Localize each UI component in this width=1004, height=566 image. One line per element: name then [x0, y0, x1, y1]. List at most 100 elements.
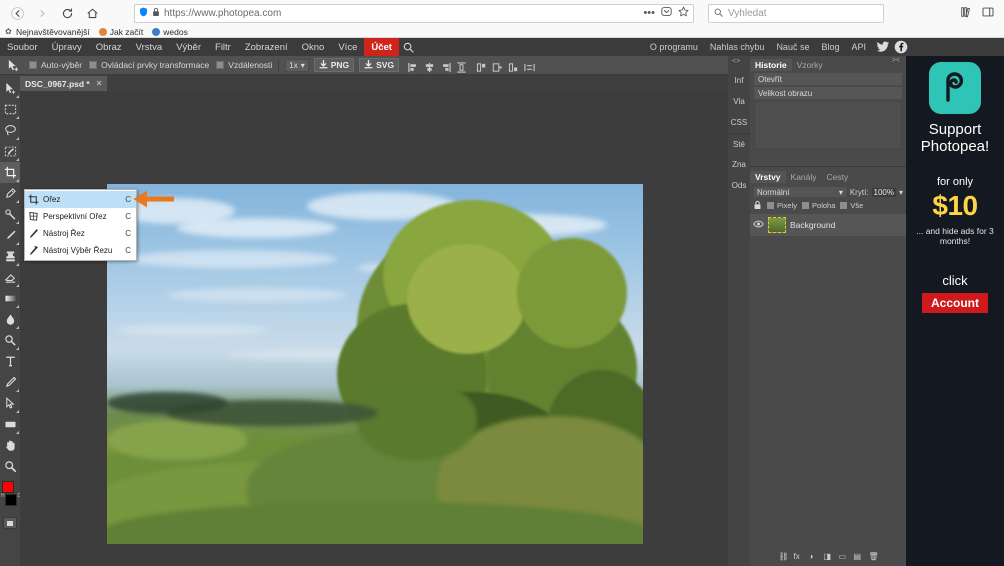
tab-historie[interactable]: Historie	[750, 59, 792, 71]
lock-option-vse[interactable]: Vše	[840, 201, 863, 210]
color-swatches[interactable]: H D	[0, 481, 20, 511]
new-layer-icon[interactable]: ▤	[854, 552, 863, 561]
folder-icon[interactable]: ▭	[839, 552, 848, 561]
context-menu-item-orez[interactable]: Ořez C	[25, 191, 136, 208]
clone-stamp-tool[interactable]	[0, 246, 20, 267]
ad-account-button[interactable]: Account	[922, 293, 988, 313]
text-tool[interactable]	[0, 351, 20, 372]
ad-panel[interactable]: Support Photopea! for only $10 ... and h…	[906, 56, 1004, 566]
export-svg-button[interactable]: SVG	[359, 58, 399, 72]
pen-tool[interactable]	[0, 372, 20, 393]
crop-tool[interactable]	[0, 162, 20, 183]
lock-option-pixely[interactable]: Pixely	[767, 201, 797, 210]
lock-option-poloha[interactable]: Poloha	[802, 201, 835, 210]
vtab-inf[interactable]: Inf	[728, 70, 750, 91]
menu-vyber[interactable]: Výběr	[169, 38, 208, 56]
ellipsis-icon[interactable]: •••	[643, 7, 655, 19]
opacity-value[interactable]: 100%	[872, 188, 896, 197]
mask-icon[interactable]: ◑	[809, 552, 818, 561]
vtab-css[interactable]: CSS	[728, 112, 750, 133]
vtab-ste[interactable]: Sté	[728, 133, 750, 154]
blend-mode-select[interactable]: Normální ▾	[753, 186, 847, 198]
tab-vzorky[interactable]: Vzorky	[792, 59, 828, 71]
zoom-select[interactable]: 1x ▾	[285, 59, 308, 72]
browser-search-bar[interactable]: Vyhledat	[708, 4, 884, 23]
fx-icon[interactable]: fx	[794, 552, 803, 561]
delete-icon[interactable]: 🗑	[869, 552, 878, 561]
eye-icon[interactable]	[753, 220, 764, 230]
history-item[interactable]: Otevřít	[754, 73, 902, 85]
menu-ucet[interactable]: Účet	[364, 38, 399, 56]
layer-row[interactable]: Background	[750, 214, 906, 236]
history-item[interactable]: Velikost obrazu	[754, 87, 902, 99]
link-nauc-se[interactable]: Nauč se	[770, 42, 815, 52]
menu-zobrazeni[interactable]: Zobrazení	[238, 38, 295, 56]
link-icon[interactable]: ⛓	[779, 552, 788, 561]
distribute-h-icon[interactable]	[524, 60, 535, 71]
url-bar[interactable]: https://www.photopea.com •••	[134, 4, 694, 23]
link-nahlas-chybu[interactable]: Nahlas chybu	[704, 42, 771, 52]
tab-kanaly[interactable]: Kanály	[786, 171, 822, 183]
home-icon[interactable]	[81, 3, 103, 23]
blur-tool[interactable]	[0, 309, 20, 330]
checkbox-ovladaci-prvky[interactable]: Ovládací prvky transformace	[89, 60, 209, 70]
context-menu-item-perspektivni-orez[interactable]: Perspektivní Ořez C	[25, 208, 136, 225]
align-center-h-icon[interactable]	[424, 60, 435, 71]
link-o-programu[interactable]: O programu	[644, 42, 704, 52]
bookmark-item[interactable]: Jak začít	[99, 27, 144, 37]
tab-cesty[interactable]: Cesty	[822, 171, 854, 183]
eyedropper-tool[interactable]	[0, 183, 20, 204]
marquee-tool[interactable]	[0, 99, 20, 120]
context-menu-item-nastroj-vyber-rezu[interactable]: Nástroj Výběr Řezu C	[25, 242, 136, 259]
bookmark-star-icon[interactable]	[678, 6, 689, 20]
menu-filtr[interactable]: Filtr	[208, 38, 238, 56]
document-image[interactable]	[107, 184, 643, 544]
export-png-button[interactable]: PNG	[314, 58, 354, 72]
link-api[interactable]: API	[845, 42, 872, 52]
brush-tool[interactable]	[0, 225, 20, 246]
context-menu-item-nastroj-rez[interactable]: Nástroj Řez C	[25, 225, 136, 242]
pocket-icon[interactable]	[661, 6, 672, 20]
magic-wand-tool[interactable]	[0, 141, 20, 162]
checkbox-auto-vyber[interactable]: Auto-výběr	[29, 60, 82, 70]
gradient-tool[interactable]	[0, 288, 20, 309]
menu-vice[interactable]: Více	[331, 38, 364, 56]
zoom-tool[interactable]	[0, 456, 20, 477]
lasso-tool[interactable]	[0, 120, 20, 141]
panel-expand-handle[interactable]: <>	[732, 58, 740, 65]
checkbox-vzdalenosti[interactable]: Vzdálenosti	[216, 60, 272, 70]
panel-collapse-handle[interactable]: ><	[892, 57, 900, 64]
distribute-v-icon[interactable]	[456, 60, 467, 71]
align-middle-icon[interactable]	[492, 60, 503, 71]
bookmark-item[interactable]: ✿ Nejnavštěvovanější	[5, 27, 90, 37]
adjustment-icon[interactable]: ◨	[824, 552, 833, 561]
reload-icon[interactable]	[56, 3, 78, 23]
quick-mask-icon[interactable]	[3, 517, 17, 529]
menu-soubor[interactable]: Soubor	[0, 38, 45, 56]
dodge-tool[interactable]	[0, 330, 20, 351]
chevron-down-icon[interactable]: ▾	[899, 188, 903, 197]
library-icon[interactable]	[960, 6, 972, 21]
canvas-area[interactable]	[20, 91, 728, 566]
link-blog[interactable]: Blog	[815, 42, 845, 52]
close-icon[interactable]: ✕	[96, 79, 103, 88]
document-tab[interactable]: DSC_0967.psd * ✕	[20, 76, 107, 91]
align-bottom-icon[interactable]	[508, 60, 519, 71]
align-right-icon[interactable]	[440, 60, 451, 71]
hand-tool[interactable]	[0, 435, 20, 456]
align-top-icon[interactable]	[476, 60, 487, 71]
bookmark-item[interactable]: wedos	[152, 27, 188, 37]
healing-brush-tool[interactable]	[0, 204, 20, 225]
vtab-ods[interactable]: Ods	[728, 175, 750, 196]
menu-obraz[interactable]: Obraz	[89, 38, 129, 56]
twitter-icon[interactable]	[876, 40, 890, 54]
eraser-tool[interactable]	[0, 267, 20, 288]
forward-icon[interactable]	[31, 3, 53, 23]
menu-search-icon[interactable]	[403, 42, 414, 53]
menu-vrstva[interactable]: Vrstva	[129, 38, 170, 56]
facebook-icon[interactable]	[894, 40, 908, 54]
move-tool[interactable]	[0, 78, 20, 99]
vtab-vla[interactable]: Vla	[728, 91, 750, 112]
menu-okno[interactable]: Okno	[295, 38, 332, 56]
menu-upravy[interactable]: Úpravy	[45, 38, 89, 56]
